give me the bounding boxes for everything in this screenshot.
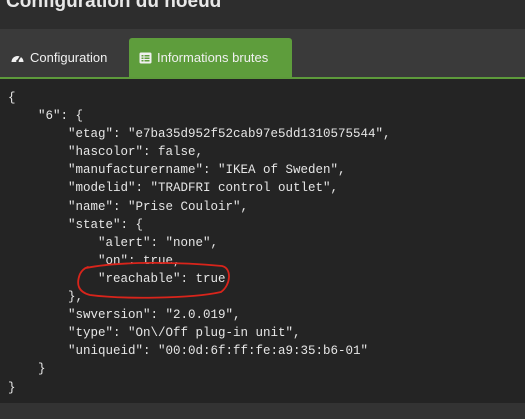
code-line: "6": {: [8, 109, 84, 124]
list-icon: [139, 52, 152, 64]
code-line: {: [8, 91, 16, 105]
code-line: "swversion": "2.0.019",: [8, 308, 241, 323]
code-line: "modelid": "TRADFRI control outlet",: [8, 181, 339, 196]
tab-configuration[interactable]: Configuration: [0, 38, 121, 77]
code-line: "uniqueid": "00:0d:6f:ff:fe:a9:35:b6-01": [8, 344, 369, 359]
tab-raw-info-label: Informations brutes: [157, 50, 269, 65]
code-line: "manufacturername": "IKEA of Sweden",: [8, 163, 346, 178]
raw-json-panel: { "6": { "etag": "e7ba35d952f52cab97e5dd…: [0, 79, 525, 403]
code-line: "type": "On\/Off plug-in unit",: [8, 326, 301, 341]
code-line: "alert": "none",: [8, 235, 219, 250]
code-line: "state": {: [8, 217, 144, 232]
code-line: "etag": "e7ba35d952f52cab97e5dd131057554…: [8, 127, 391, 142]
tab-raw-info[interactable]: Informations brutes: [129, 38, 292, 77]
code-line: "on": true,: [8, 253, 181, 268]
modal-footer: [0, 403, 525, 419]
code-line-reachable: "reachable": true: [8, 271, 226, 286]
code-line: "name": "Prise Couloir",: [8, 199, 249, 214]
code-line: }: [8, 380, 16, 395]
modal-title: Configuration du noeud: [6, 0, 222, 12]
modal-header: Configuration du noeud: [0, 0, 525, 29]
code-line: "hascolor": false,: [8, 145, 204, 160]
code-line: },: [8, 290, 84, 305]
tab-configuration-label: Configuration: [30, 50, 108, 65]
dashboard-icon: [10, 51, 25, 64]
json-code-block: { "6": { "etag": "e7ba35d952f52cab97e5dd…: [8, 89, 391, 397]
tab-bar: Configuration Informations brutes: [0, 29, 525, 79]
code-line: }: [8, 362, 46, 377]
